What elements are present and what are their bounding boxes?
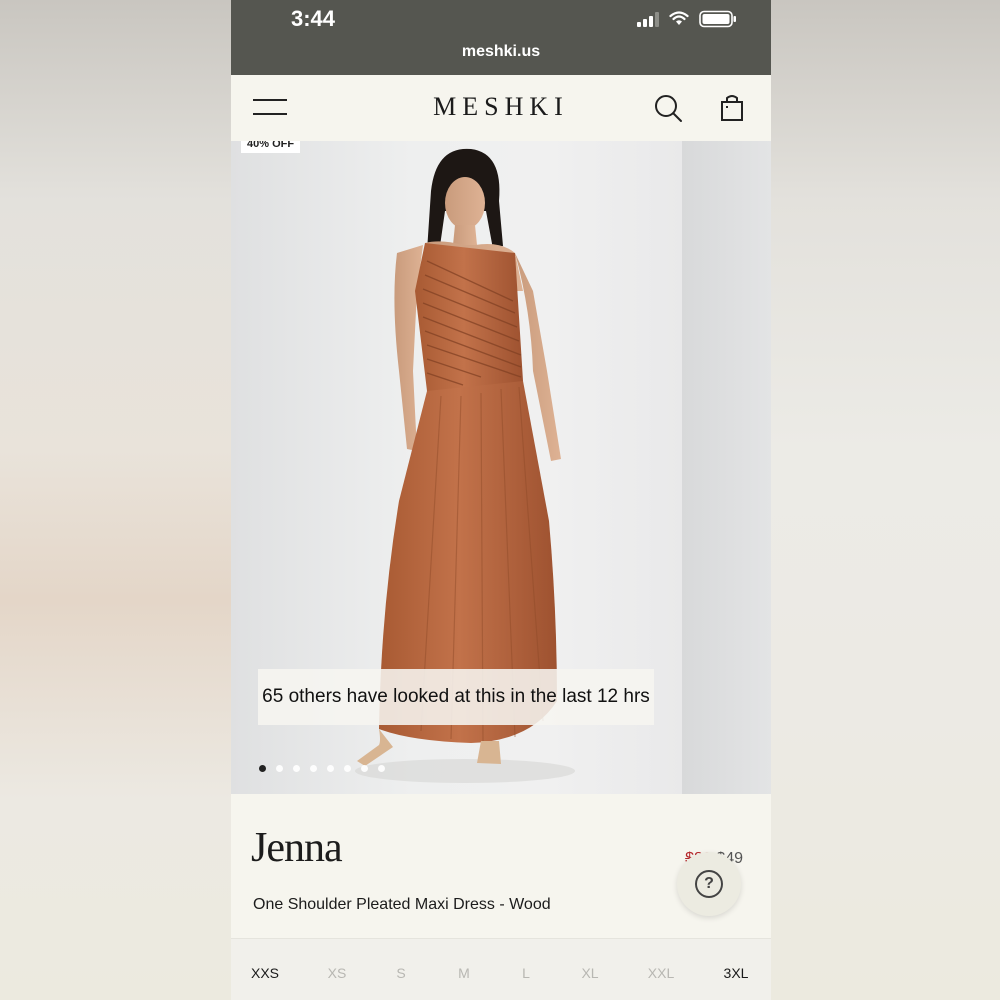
carousel-dot[interactable] [276, 765, 283, 772]
search-icon[interactable] [653, 93, 683, 123]
size-option-s[interactable]: S [371, 965, 431, 981]
cellular-signal-icon [637, 11, 659, 27]
status-icons [637, 10, 737, 28]
size-option-xs[interactable]: XS [307, 965, 367, 981]
status-time: 3:44 [291, 6, 336, 31]
product-info: Jenna One Shoulder Pleated Maxi Dress - … [231, 794, 771, 938]
recent-views-banner: 65 others have looked at this in the las… [258, 669, 654, 725]
background-blur-right [771, 0, 1000, 1000]
carousel-dot[interactable] [344, 765, 351, 772]
product-image-carousel[interactable]: 40% OFF 65 others have looked at this in… [231, 141, 771, 794]
question-mark-icon: ? [695, 870, 723, 898]
help-button[interactable]: ? [677, 852, 741, 916]
size-option-xxl[interactable]: XXL [631, 965, 691, 981]
carousel-dot[interactable] [259, 765, 266, 772]
next-product-photo-peek[interactable] [682, 141, 771, 794]
product-subtitle: One Shoulder Pleated Maxi Dress - Wood [253, 896, 551, 913]
carousel-dot[interactable] [327, 765, 334, 772]
carousel-dot[interactable] [293, 765, 300, 772]
size-option-3xl[interactable]: 3XL [706, 965, 766, 981]
size-option-xxs[interactable]: XXS [235, 965, 295, 981]
carousel-dot[interactable] [378, 765, 385, 772]
battery-icon [699, 10, 736, 28]
status-bar: 3:44 meshki.us [231, 0, 771, 75]
site-header: MESHKI [231, 75, 771, 141]
discount-badge: 40% OFF [241, 141, 301, 153]
shopping-bag-icon[interactable] [717, 93, 747, 123]
browser-url[interactable]: meshki.us [231, 43, 771, 61]
product-title: Jenna [251, 825, 343, 871]
background-blur-left [0, 0, 231, 1000]
carousel-dot[interactable] [361, 765, 368, 772]
carousel-pagination [259, 765, 385, 772]
phone-screen: 3:44 meshki.us MESHKI 40% OFF 65 others … [231, 0, 771, 1000]
carousel-dot[interactable] [310, 765, 317, 772]
size-option-l[interactable]: L [496, 965, 556, 981]
size-option-m[interactable]: M [434, 965, 494, 981]
size-selector: XXS XS S M L XL XXL 3XL [231, 938, 771, 1000]
site-logo[interactable]: MESHKI [231, 92, 771, 122]
wifi-icon [669, 11, 689, 25]
size-option-xl[interactable]: XL [560, 965, 620, 981]
